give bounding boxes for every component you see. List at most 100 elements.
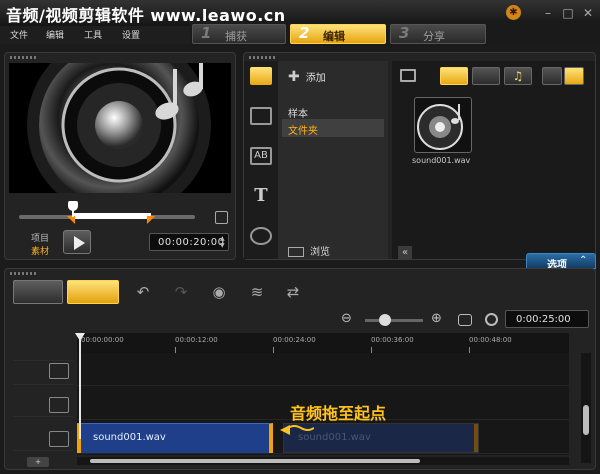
time-ruler[interactable]: 00:00:00:00 00:00:12:00 00:00:24:00 00:0… [77,333,569,353]
ruler-tick-label: 00:00:48:00 [469,336,512,344]
project-duration-field: 0:00:25:00 [505,310,589,328]
filter-icon[interactable] [250,227,272,245]
media-icon[interactable] [250,67,272,85]
maximize-button[interactable]: □ [560,5,576,21]
menu-settings[interactable]: 设置 [122,28,140,41]
transition-icon[interactable] [250,107,272,125]
timeline-panel: ↶ ↷ ◉ ≋ ⇄ ⊖ ⊕ 0:00:25:00 00:00:00:00 00:… [4,268,596,470]
step-number: 3 [399,24,410,42]
menu-file[interactable]: 文件 [10,28,28,41]
browse-button[interactable]: 浏览 [288,243,330,258]
menu-tools[interactable]: 工具 [84,28,102,41]
trim-range [74,213,151,219]
library-category-bar: AB T [244,61,278,259]
auto-music-icon[interactable]: ⇄ [283,283,303,301]
thumbnail-view-button[interactable] [564,67,584,85]
play-icon [74,236,85,250]
media-thumbnail[interactable] [414,97,472,153]
playhead-line [79,335,81,439]
project-duration: 0:00:25:00 [516,314,571,325]
zoom-in-icon[interactable]: ⊕ [431,311,442,326]
step-edit[interactable]: 2 编辑 [290,24,386,44]
folder-item-selected[interactable]: 文件夹 [282,119,384,137]
zoom-slider-handle[interactable] [379,314,391,326]
player-panel: 项目 素材 00:00:20:00 ▲ ▼ [4,52,236,260]
browse-icon [288,247,304,257]
collapse-left-icon[interactable]: « [398,246,412,260]
title-ab-icon[interactable]: AB [250,147,272,165]
show-audio-filter[interactable]: ♫ [504,67,532,85]
record-capture-icon[interactable]: ◉ [209,283,229,301]
step-capture[interactable]: 1 捕获 [192,24,286,44]
video-track-icon[interactable] [49,363,69,379]
mark-in-handle[interactable] [67,216,75,224]
video-track-lane[interactable] [77,353,569,386]
folder-list: ✚ 添加 样本 文件夹 浏览 [278,61,388,259]
mark-out-handle[interactable] [147,216,155,224]
audio-clip[interactable]: sound001.wav [77,423,273,453]
panel-grip[interactable] [10,56,36,59]
track-header-video [13,357,73,385]
show-video-filter[interactable] [440,67,468,85]
add-folder-button[interactable]: ✚ 添加 [288,69,326,85]
close-button[interactable]: ✕ [580,5,596,21]
panel-grip[interactable] [10,272,36,275]
ruler-tick-label: 00:00:36:00 [371,336,414,344]
mode-project-label[interactable]: 项目 [31,231,49,244]
redo-icon[interactable]: ↷ [171,283,191,301]
folder-icon[interactable] [400,69,416,82]
timecode-field[interactable]: 00:00:20:00 ▲ ▼ [149,233,229,251]
spinner-icon[interactable]: ▲ ▼ [220,235,225,249]
show-photo-filter[interactable] [472,67,500,85]
zoom-out-icon[interactable]: ⊖ [341,311,352,326]
zoom-slider[interactable] [365,319,423,322]
options-button[interactable]: 选项 ⌃ [526,253,596,271]
timeline-view-button[interactable] [67,280,119,304]
workflow-steps: 1 捕获 2 编辑 3 分享 [190,22,600,46]
thumbnail-label: sound001.wav [412,156,471,165]
step-number: 1 [201,24,212,42]
audio-mixer-icon[interactable]: ≋ [247,283,267,301]
plus-icon: ✚ [288,69,300,85]
step-label: 编辑 [323,30,345,43]
panel-grip[interactable] [249,56,275,59]
audio-clip-label: sound001.wav [93,432,166,443]
add-label: 添加 [305,73,326,84]
ruler-tick-label: 00:00:24:00 [273,336,316,344]
clock-icon [485,313,498,326]
overlay-track-icon[interactable] [49,397,69,413]
folder-item[interactable]: 样本 [288,105,308,120]
ghost-clip-label: sound001.wav [298,432,371,443]
text-t-icon[interactable]: T [250,187,272,205]
menu-bar: 文件 编辑 工具 设置 [0,26,190,44]
fit-project-icon[interactable] [458,314,472,326]
ruler-tick-label: 00:00:12:00 [175,336,218,344]
scrubber-handle[interactable] [68,201,78,211]
horizontal-scroll-thumb[interactable] [90,459,420,463]
undo-icon[interactable]: ↶ [133,283,153,301]
annotation-text: 音频拖至起点 [290,404,387,423]
mode-clip-label[interactable]: 素材 [31,244,49,257]
step-number: 2 [299,24,310,42]
track-header-overlay [13,389,73,417]
minimize-button[interactable]: – [540,5,556,21]
enlarge-icon[interactable] [215,211,228,224]
clip-edge [474,424,478,452]
add-track-button[interactable]: + [27,457,49,467]
step-share[interactable]: 3 分享 [390,24,486,44]
track-headers [13,333,73,453]
ruler-tick-label: 00:00:00:00 [81,336,124,344]
list-view-button[interactable] [542,67,562,85]
play-button[interactable] [63,230,91,254]
chevron-up-icon: ⌃ [579,255,588,266]
step-label: 分享 [423,30,445,43]
preview-screen [9,63,231,193]
menu-edit[interactable]: 编辑 [46,28,64,41]
music-track-icon[interactable] [49,431,69,447]
speaker-artwork [27,63,211,193]
browse-label: 浏览 [310,247,330,258]
library-panel: AB T ✚ 添加 样本 文件夹 浏览 ♫ sound001.wav 选项 ⌃ … [243,52,596,271]
media-grid: ♫ sound001.wav 选项 ⌃ [392,61,596,271]
vertical-scroll-thumb[interactable] [583,405,589,435]
storyboard-view-button[interactable] [13,280,63,304]
